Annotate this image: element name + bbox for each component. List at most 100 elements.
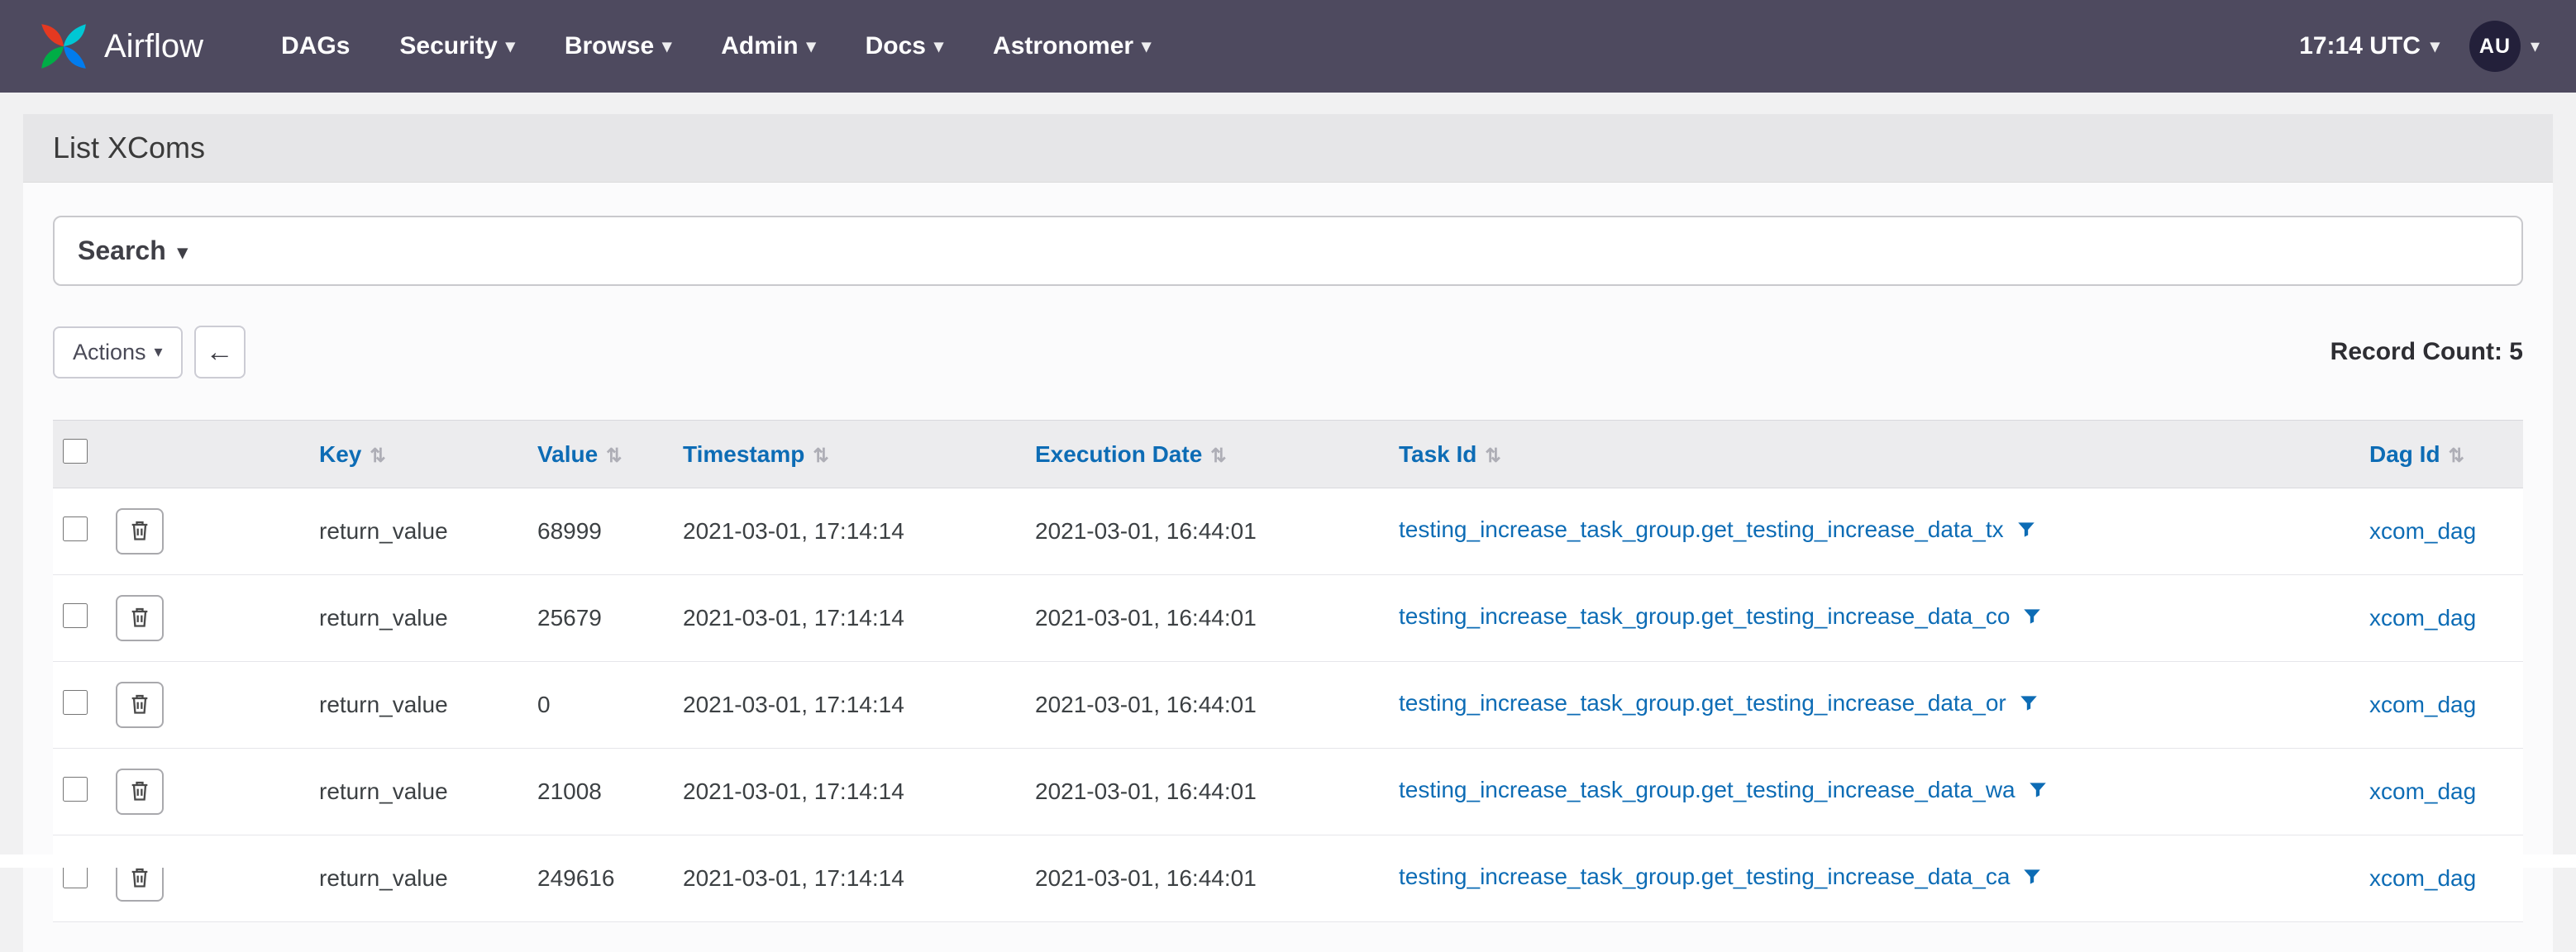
- nav-item-astronomer[interactable]: Astronomer ▾: [968, 32, 1176, 60]
- xcom-timestamp: 2021-03-01, 17:14:14: [683, 575, 1035, 662]
- chevron-down-icon: ▾: [178, 243, 188, 263]
- nav-label: Security: [399, 32, 497, 60]
- chevron-down-icon: ▾: [662, 37, 671, 55]
- back-button[interactable]: ←: [194, 326, 246, 378]
- xcom-timestamp: 2021-03-01, 17:14:14: [683, 662, 1035, 749]
- nav-item-docs[interactable]: Docs ▾: [841, 32, 968, 60]
- dag-id-link[interactable]: xcom_dag: [2369, 865, 2476, 891]
- toolbar: Actions ▾ ← Record Count: 5: [53, 326, 2523, 378]
- record-count: Record Count: 5: [2330, 338, 2523, 366]
- xcom-key: return_value: [319, 488, 537, 575]
- table-row: return_value 25679 2021-03-01, 17:14:14 …: [53, 575, 2523, 662]
- nav-label: DAGs: [281, 32, 350, 60]
- xcom-execution-date: 2021-03-01, 16:44:01: [1035, 662, 1399, 749]
- chevron-down-icon: ▾: [807, 37, 816, 55]
- sort-value-header[interactable]: Value: [537, 441, 598, 467]
- table-row: return_value 68999 2021-03-01, 17:14:14 …: [53, 488, 2523, 575]
- dag-id-link[interactable]: xcom_dag: [2369, 778, 2476, 804]
- dag-id-link[interactable]: xcom_dag: [2369, 605, 2476, 631]
- chevron-down-icon: ▾: [155, 344, 163, 360]
- row-checkbox[interactable]: [63, 603, 88, 628]
- task-id-link[interactable]: testing_increase_task_group.get_testing_…: [1399, 690, 2006, 716]
- sort-execution-date-header[interactable]: Execution Date: [1035, 441, 1202, 467]
- row-checkbox[interactable]: [63, 516, 88, 541]
- nav-item-browse[interactable]: Browse ▾: [540, 32, 696, 60]
- dag-id-link[interactable]: xcom_dag: [2369, 692, 2476, 717]
- trash-icon: [128, 693, 151, 718]
- delete-row-button[interactable]: [116, 769, 164, 815]
- panel-body: Search ▾ Actions ▾ ← Record Count: 5: [23, 183, 2553, 952]
- sort-icon[interactable]: ⇅: [1210, 445, 1226, 466]
- task-id-link[interactable]: testing_increase_task_group.get_testing_…: [1399, 516, 2004, 542]
- page-title: List XComs: [23, 114, 2553, 183]
- sort-icon[interactable]: ⇅: [813, 445, 828, 466]
- delete-row-button[interactable]: [116, 508, 164, 555]
- xcom-key: return_value: [319, 662, 537, 749]
- navbar-right: 17:14 UTC ▾ AU ▾: [2299, 21, 2540, 72]
- sort-icon[interactable]: ⇅: [606, 445, 622, 466]
- xcom-value: 0: [537, 662, 683, 749]
- nav-label: Browse: [565, 32, 654, 60]
- delete-row-button[interactable]: [116, 595, 164, 641]
- trash-icon: [128, 866, 151, 892]
- sort-key-header[interactable]: Key: [319, 441, 361, 467]
- filter-icon[interactable]: [2027, 779, 2049, 807]
- table-row: return_value 21008 2021-03-01, 17:14:14 …: [53, 749, 2523, 835]
- xcom-timestamp: 2021-03-01, 17:14:14: [683, 488, 1035, 575]
- footer-strip: [0, 854, 2576, 868]
- actions-column-header: [111, 421, 319, 488]
- actions-button[interactable]: Actions ▾: [53, 326, 183, 378]
- content-area: List XComs Search ▾ Actions ▾ ← Record C…: [0, 93, 2576, 952]
- task-id-link[interactable]: testing_increase_task_group.get_testing_…: [1399, 777, 2015, 802]
- nav-item-dags[interactable]: DAGs: [256, 32, 374, 60]
- brand[interactable]: Airflow: [36, 19, 203, 74]
- sort-task-id-header[interactable]: Task Id: [1399, 441, 1476, 467]
- filter-icon[interactable]: [2021, 866, 2043, 893]
- trash-icon: [128, 779, 151, 805]
- sort-icon[interactable]: ⇅: [370, 445, 385, 466]
- user-menu[interactable]: AU ▾: [2469, 21, 2540, 72]
- chevron-down-icon: ▾: [2531, 37, 2540, 55]
- avatar: AU: [2469, 21, 2521, 72]
- row-checkbox[interactable]: [63, 777, 88, 802]
- timezone-dropdown[interactable]: 17:14 UTC ▾: [2299, 32, 2440, 60]
- search-label: Search: [78, 236, 166, 266]
- navbar: Airflow DAGs Security ▾ Browse ▾ Admin ▾…: [0, 0, 2576, 93]
- table-row: return_value 0 2021-03-01, 17:14:14 2021…: [53, 662, 2523, 749]
- xcom-timestamp: 2021-03-01, 17:14:14: [683, 835, 1035, 922]
- filter-icon[interactable]: [2018, 693, 2039, 720]
- clock-label: 17:14 UTC: [2299, 32, 2421, 60]
- sort-dag-id-header[interactable]: Dag Id: [2369, 441, 2440, 467]
- nav-label: Docs: [866, 32, 926, 60]
- nav-item-security[interactable]: Security ▾: [374, 32, 539, 60]
- xcom-table: Key ⇅ Value ⇅ Timestamp ⇅ Execution Date ⇅ T…: [53, 420, 2523, 922]
- trash-icon: [128, 606, 151, 631]
- select-all-checkbox[interactable]: [63, 439, 88, 464]
- xcom-value: 68999: [537, 488, 683, 575]
- dag-id-link[interactable]: xcom_dag: [2369, 518, 2476, 544]
- filter-icon[interactable]: [2021, 606, 2043, 633]
- sort-icon[interactable]: ⇅: [1485, 445, 1500, 466]
- xcom-key: return_value: [319, 749, 537, 835]
- nav-label: Astronomer: [993, 32, 1133, 60]
- airflow-logo-icon: [36, 19, 91, 74]
- search-panel-toggle[interactable]: Search ▾: [53, 216, 2523, 286]
- xcom-value: 249616: [537, 835, 683, 922]
- sort-icon[interactable]: ⇅: [2449, 445, 2464, 466]
- list-xcoms-panel: List XComs Search ▾ Actions ▾ ← Record C…: [23, 114, 2553, 952]
- chevron-down-icon: ▾: [934, 37, 943, 55]
- trash-icon: [128, 519, 151, 545]
- chevron-down-icon: ▾: [2431, 37, 2440, 55]
- filter-icon[interactable]: [2015, 519, 2037, 546]
- nav-item-admin[interactable]: Admin ▾: [696, 32, 840, 60]
- delete-row-button[interactable]: [116, 682, 164, 728]
- table-header-row: Key ⇅ Value ⇅ Timestamp ⇅ Execution Date ⇅ T…: [53, 421, 2523, 488]
- task-id-link[interactable]: testing_increase_task_group.get_testing_…: [1399, 603, 2010, 629]
- xcom-execution-date: 2021-03-01, 16:44:01: [1035, 575, 1399, 662]
- sort-timestamp-header[interactable]: Timestamp: [683, 441, 804, 467]
- xcom-value: 21008: [537, 749, 683, 835]
- xcom-execution-date: 2021-03-01, 16:44:01: [1035, 835, 1399, 922]
- row-checkbox[interactable]: [63, 690, 88, 715]
- chevron-down-icon: ▾: [506, 37, 515, 55]
- nav-label: Admin: [721, 32, 798, 60]
